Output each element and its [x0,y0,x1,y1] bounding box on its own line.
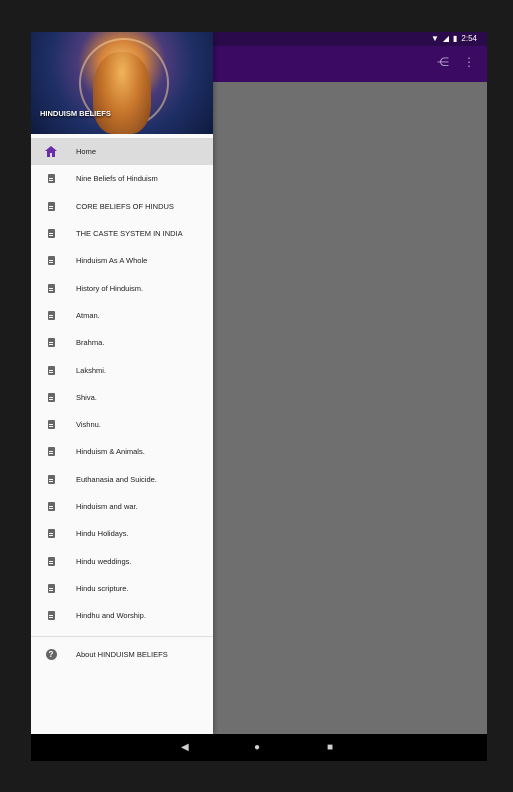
more-options-icon[interactable]: ⋮ [463,55,475,69]
menu-item-label: Brahma. [76,338,105,348]
document-icon [44,227,58,241]
menu-item-label: Hinduism As A Whole [76,256,148,266]
document-icon [44,363,58,377]
menu-item-label: Atman. [76,310,100,320]
document-icon [44,527,58,541]
document-icon [44,609,58,623]
document-icon [44,472,58,486]
system-nav-bar: ◀ ● ■ [31,734,487,761]
drawer-menu: Home Nine Beliefs of Hinduism CORE BELIEFS… [31,138,213,629]
back-icon[interactable]: ◀ [181,742,189,753]
menu-item-label: Nine Beliefs of Hinduism [76,174,158,184]
recents-icon[interactable]: ■ [327,742,333,753]
menu-item[interactable]: Vishnu. [31,411,213,438]
drawer-header-title: HINDUISM BELIEFS [40,109,111,118]
menu-item-label: Shiva. [76,392,97,402]
menu-item-label: Vishnu. [76,420,101,430]
document-icon [44,390,58,404]
menu-item-label: Hinduism & Animals. [76,447,145,457]
document-icon [44,254,58,268]
share-icon[interactable]: ⋲ [437,55,449,69]
document-icon [44,581,58,595]
menu-item[interactable]: Hindu scripture. [31,575,213,602]
menu-divider [31,636,213,637]
buddha-image [93,52,151,134]
menu-item-label: History of Hinduism. [76,283,144,293]
document-icon [44,336,58,350]
menu-item[interactable]: Nine Beliefs of Hinduism [31,165,213,192]
menu-item[interactable]: Hinduism & Animals. [31,438,213,465]
menu-item-label: CORE BELIEFS OF HINDUS [76,201,174,211]
device-screen: ▮ ● ▼ ◢ ▮ 2:54 ⋲ ⋮ HINDUISM BELIEFS Home… [31,32,487,761]
menu-item[interactable]: Lakshmi. [31,356,213,383]
document-icon [44,281,58,295]
menu-item[interactable]: Hindu Holidays. [31,520,213,547]
menu-item-label: Hindu weddings. [76,556,132,566]
menu-item[interactable]: Home [31,138,213,166]
menu-item[interactable]: History of Hinduism. [31,274,213,301]
home-icon [44,145,58,159]
battery-icon: ▮ [453,34,458,43]
document-icon [44,418,58,432]
menu-item-about[interactable]: ? About HINDUISM BELIEFS [31,641,213,668]
document-icon [44,199,58,213]
menu-item[interactable]: Atman. [31,302,213,329]
menu-item-label: About HINDUISM BELIEFS [76,650,168,660]
home-nav-icon[interactable]: ● [254,742,260,753]
menu-item[interactable]: Hindu weddings. [31,547,213,574]
menu-item-label: Euthanasia and Suicide. [76,474,157,484]
menu-item[interactable]: THE CASTE SYSTEM IN INDIA [31,220,213,247]
about-menu: ? About HINDUISM BELIEFS [31,641,213,668]
menu-item-label: Home [76,147,97,157]
wifi-icon: ▼ [430,34,439,43]
menu-item[interactable]: Shiva. [31,384,213,411]
menu-item-label: Hinduism and war. [76,502,138,511]
clock: 2:54 [461,34,477,43]
menu-item[interactable]: Hindhu and Worship. [31,602,213,629]
menu-item[interactable]: Hinduism and war. [31,493,213,520]
menu-item-label: Hindhu and Worship. [76,611,146,621]
document-icon [44,554,58,568]
document-icon [44,445,58,459]
drawer-header: HINDUISM BELIEFS [31,32,213,134]
menu-item-label: Hindu scripture. [76,583,129,593]
menu-item-label: THE CASTE SYSTEM IN INDIA [76,229,183,239]
menu-item[interactable]: CORE BELIEFS OF HINDUS [31,193,213,220]
signal-icon: ◢ [442,34,450,43]
document-icon [44,500,58,514]
document-icon [44,308,58,322]
menu-item-label: Lakshmi. [76,365,107,375]
menu-item[interactable]: Euthanasia and Suicide. [31,466,213,493]
document-icon [44,172,58,186]
navigation-drawer: HINDUISM BELIEFS Home Nine Beliefs of Hin… [31,32,213,734]
menu-item[interactable]: Hinduism As A Whole [31,247,213,274]
help-icon: ? [44,648,58,662]
menu-item-label: Hindu Holidays. [76,529,129,539]
menu-item[interactable]: Brahma. [31,329,213,356]
